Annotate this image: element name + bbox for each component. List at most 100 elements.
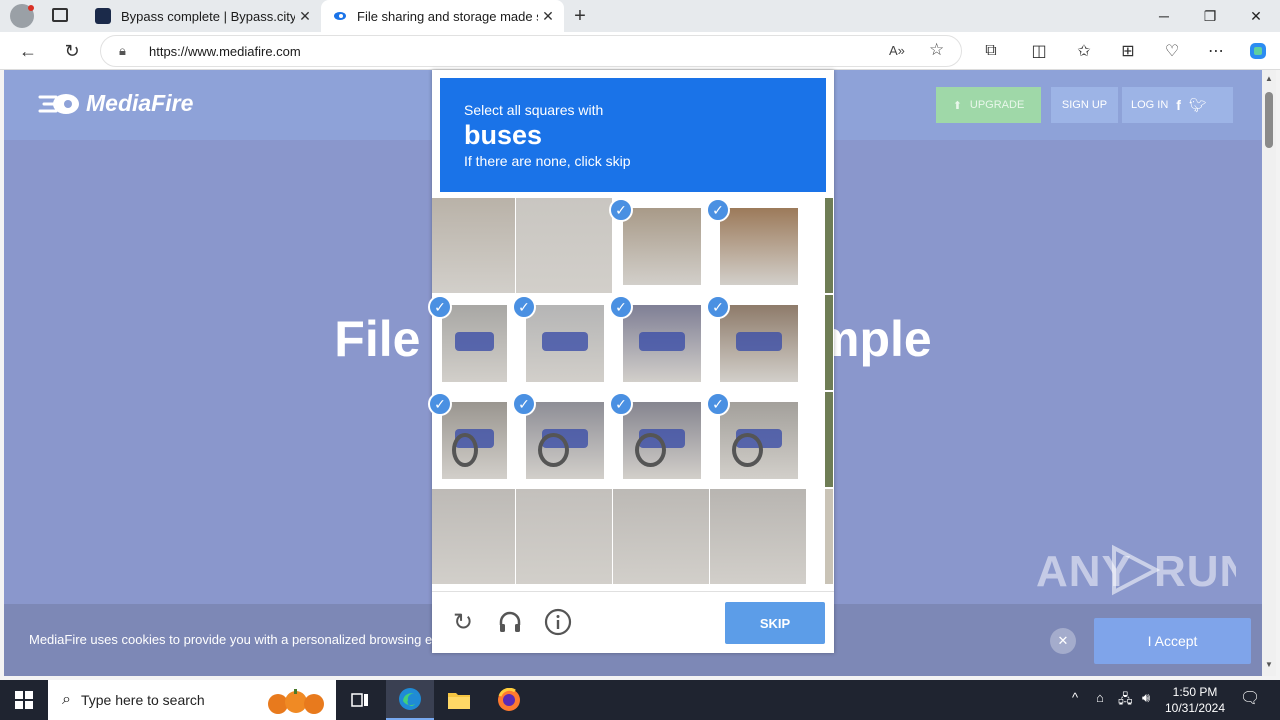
skip-button[interactable]: SKIP [725, 602, 825, 644]
selected-check-icon: ✓ [706, 198, 730, 222]
tab-close-icon[interactable]: ✕ [538, 8, 558, 25]
url-field[interactable]: 🔒︎ https://www.mediafire.com A» ☆ [100, 35, 962, 67]
captcha-tile[interactable] [720, 305, 798, 382]
bypass-favicon-icon [95, 8, 111, 24]
twitter-icon[interactable]: 🐦︎ [1189, 97, 1207, 114]
close-window-icon[interactable]: ✕ [1233, 0, 1279, 32]
collections-icon[interactable]: ⊞ [1113, 36, 1143, 66]
captcha-dialog: Select all squares with buses If there a… [428, 70, 834, 653]
taskbar-search[interactable]: ⌕ Type here to search [48, 680, 336, 720]
captcha-tile[interactable] [442, 305, 507, 382]
anyrun-watermark: ANY RUN [1036, 540, 1251, 611]
volume-icon[interactable]: 🔊︎ [1142, 690, 1150, 706]
minimize-icon[interactable]: ─ [1141, 0, 1187, 32]
captcha-tile[interactable] [710, 489, 806, 584]
cookie-accept-button[interactable]: I Accept [1094, 618, 1251, 664]
scroll-down-icon[interactable]: ▼ [1265, 660, 1273, 669]
page-scrollbar[interactable]: ▲ ▼ [1262, 70, 1276, 676]
more-menu-icon[interactable]: ⋯ [1201, 36, 1231, 66]
restore-icon[interactable]: ❐ [1187, 0, 1233, 32]
captcha-tile[interactable] [526, 305, 604, 382]
notifications-icon[interactable]: 🗨︎ [1240, 688, 1260, 708]
upgrade-label: UPGRADE [969, 99, 1025, 111]
windows-logo-icon [15, 691, 33, 709]
refresh-icon[interactable]: ↻ [56, 36, 88, 66]
browser-essentials-icon[interactable]: ♡ [1157, 36, 1187, 66]
facebook-icon[interactable]: f [1176, 97, 1181, 113]
cookie-close-icon[interactable]: ✕ [1050, 628, 1076, 654]
taskbar: ⌕ Type here to search ^ ⌂ 🖧︎ 🔊︎ 1:50 PM … [0, 680, 1280, 720]
captcha-prompt: Select all squares with buses If there a… [440, 78, 826, 192]
selected-check-icon: ✓ [512, 392, 536, 416]
system-clock[interactable]: 1:50 PM 10/31/2024 [1160, 684, 1230, 716]
file-explorer-icon[interactable] [435, 680, 483, 720]
mediafire-favicon-icon [331, 8, 347, 24]
login-button[interactable]: LOG IN f 🐦︎ [1122, 87, 1233, 123]
device-icon[interactable]: ⌂ [1096, 690, 1104, 705]
scrollbar-thumb[interactable] [1265, 92, 1273, 148]
captcha-hint: If there are none, click skip [464, 153, 631, 169]
read-aloud-icon[interactable]: A» [889, 43, 905, 58]
anyrun-logo-icon: ANY RUN [1036, 544, 1251, 596]
captcha-instruction: Select all squares with [464, 102, 604, 118]
favorites-icon[interactable]: ✩ [1069, 36, 1099, 66]
extensions-icon[interactable]: ⧉ [976, 36, 1006, 66]
start-button[interactable] [0, 680, 48, 720]
captcha-tile[interactable] [623, 305, 701, 382]
captcha-tile[interactable] [613, 489, 709, 584]
clock-date: 10/31/2024 [1164, 701, 1226, 715]
show-hidden-icons-icon[interactable]: ^ [1072, 690, 1078, 705]
tab-actions-icon[interactable] [52, 8, 68, 22]
tab-bypass[interactable]: Bypass complete | Bypass.city ✕ [85, 0, 321, 32]
selected-check-icon: ✓ [428, 392, 452, 416]
firefox-icon[interactable] [485, 680, 533, 720]
halloween-pumpkin-icon [260, 686, 332, 719]
tab-mediafire[interactable]: File sharing and storage made simple ✕ [321, 0, 564, 32]
captcha-tile-edge [825, 295, 833, 390]
tab-title: Bypass complete | Bypass.city [121, 8, 295, 24]
reload-icon[interactable]: ↻ [447, 606, 479, 638]
captcha-tile[interactable] [516, 198, 612, 293]
captcha-tile[interactable] [720, 402, 798, 479]
favorite-star-icon[interactable]: ☆ [929, 40, 944, 60]
signup-button[interactable]: SIGN UP [1051, 87, 1118, 123]
upgrade-icon: ⬆ [952, 99, 962, 112]
captcha-tile[interactable] [720, 208, 798, 285]
back-icon[interactable]: ← [12, 36, 44, 66]
login-label: LOG IN [1131, 99, 1169, 111]
info-icon[interactable] [542, 606, 574, 638]
captcha-tile[interactable] [623, 208, 701, 285]
audio-icon[interactable] [494, 606, 526, 638]
selected-check-icon: ✓ [609, 392, 633, 416]
selected-check-icon: ✓ [609, 295, 633, 319]
scroll-up-icon[interactable]: ▲ [1265, 74, 1273, 83]
captcha-target: buses [464, 120, 543, 150]
network-icon[interactable]: 🖧︎ [1118, 690, 1133, 712]
selected-check-icon: ✓ [609, 198, 633, 222]
new-tab-button[interactable]: + [568, 4, 592, 28]
clock-time: 1:50 PM [1172, 685, 1218, 699]
copilot-icon[interactable] [1243, 36, 1273, 66]
selected-check-icon: ✓ [512, 295, 536, 319]
captcha-tile[interactable] [526, 402, 604, 479]
split-screen-icon[interactable]: ◫ [1024, 36, 1054, 66]
notification-dot [28, 5, 34, 11]
search-icon: ⌕ [62, 691, 71, 708]
lock-icon[interactable]: 🔒︎ [119, 43, 126, 59]
captcha-tile[interactable] [623, 402, 701, 479]
mediafire-logo[interactable]: MediaFire [38, 90, 193, 117]
captcha-tile[interactable] [432, 198, 515, 293]
selected-check-icon: ✓ [706, 295, 730, 319]
edge-taskbar-icon[interactable] [386, 680, 434, 720]
tab-bar: Bypass complete | Bypass.city ✕ File sha… [0, 0, 1280, 32]
task-view-icon[interactable] [336, 680, 384, 720]
svg-text:RUN: RUN [1154, 547, 1236, 596]
captcha-tile[interactable] [442, 402, 507, 479]
captcha-grid: ✓ ✓ ✓ ✓ ✓ ✓ ✓ ✓ ✓ ✓ [428, 198, 833, 584]
tab-close-icon[interactable]: ✕ [295, 8, 315, 25]
upgrade-button[interactable]: ⬆ UPGRADE [936, 87, 1041, 123]
captcha-tile[interactable] [432, 489, 515, 584]
url-text: https://www.mediafire.com [149, 44, 301, 59]
captcha-tile[interactable] [516, 489, 612, 584]
selected-check-icon: ✓ [706, 392, 730, 416]
